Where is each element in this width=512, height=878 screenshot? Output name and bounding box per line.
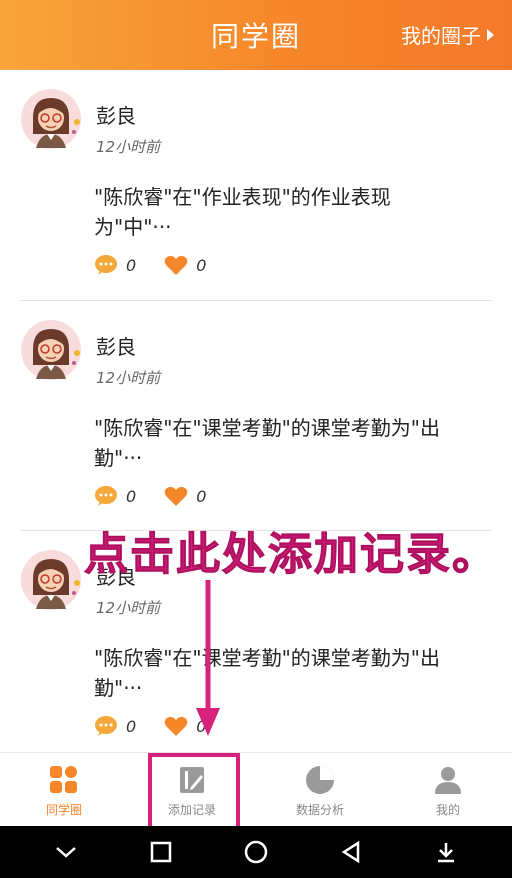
post-content: "陈欣睿"在"课堂考勤"的课堂考勤为"出勤"···: [94, 646, 440, 700]
tab-mine[interactable]: 我的: [384, 753, 512, 825]
nav-back-button[interactable]: [331, 832, 371, 872]
person-icon: [435, 767, 461, 794]
heart-icon: [164, 486, 188, 506]
post-content: "陈欣睿"在"作业表现"的作业表现为"中"···: [94, 185, 391, 239]
avatar[interactable]: [20, 549, 82, 611]
post-author: 彭良: [96, 104, 136, 128]
like-button[interactable]: 0: [164, 485, 206, 507]
nav-recents-button[interactable]: [141, 832, 181, 872]
feed-post[interactable]: 彭良 12小时前 "陈欣睿"在"作业表现"的作业表现为"中"··· 0 0: [0, 70, 512, 300]
heart-icon: [164, 716, 188, 736]
download-arrow-icon: [438, 843, 455, 863]
tab-circle[interactable]: 同学圈: [0, 753, 128, 825]
square-icon: [150, 841, 172, 863]
chevron-down-icon: [55, 847, 76, 858]
comment-count: 0: [126, 255, 137, 275]
bottom-tab-bar: 同学圈 添加记录 数据分析 我的: [0, 752, 512, 825]
grid-icon: [50, 766, 77, 793]
comment-button[interactable]: 0: [94, 715, 136, 737]
nav-home-button[interactable]: [236, 832, 276, 872]
avatar[interactable]: [20, 319, 82, 381]
pie-chart-icon: [306, 766, 334, 794]
like-count: 0: [196, 486, 207, 506]
feed-post[interactable]: 彭良 12小时前 "陈欣睿"在"课堂考勤"的课堂考勤为"出勤"··· 0 0: [0, 301, 512, 531]
annotation-arrow-icon: [196, 580, 220, 736]
comment-count: 0: [126, 486, 137, 506]
comment-button[interactable]: 0: [94, 485, 136, 507]
post-actions: 0 0: [94, 485, 234, 507]
tab-label: 我的: [435, 803, 460, 817]
tab-data-analysis[interactable]: 数据分析: [256, 753, 384, 825]
post-author: 彭良: [96, 335, 136, 359]
like-button[interactable]: 0: [164, 254, 206, 276]
caret-right-icon: [487, 28, 494, 41]
post-time: 12小时前: [96, 369, 161, 387]
annotation-text: 点击此处添加记录。: [84, 529, 498, 581]
comment-icon: [95, 486, 117, 506]
avatar[interactable]: [20, 88, 82, 150]
page-title: 同学圈: [210, 20, 301, 53]
triangle-back-icon: [341, 841, 360, 863]
heart-icon: [164, 255, 188, 275]
system-nav-bar: [0, 826, 512, 878]
nav-notification-button[interactable]: [426, 832, 466, 872]
comment-count: 0: [126, 716, 137, 736]
like-count: 0: [196, 255, 207, 275]
comment-icon: [95, 716, 117, 736]
circle-icon: [244, 840, 268, 864]
my-circle-button[interactable]: 我的圈子: [401, 20, 494, 49]
tab-label: 同学圈: [45, 803, 82, 817]
comment-icon: [95, 255, 117, 275]
tab-label: 数据分析: [295, 803, 344, 817]
post-actions: 0 0: [94, 254, 234, 276]
post-time: 12小时前: [96, 138, 161, 156]
my-circle-label: 我的圈子: [401, 24, 481, 48]
nav-collapse-button[interactable]: [46, 832, 86, 872]
post-content: "陈欣睿"在"课堂考勤"的课堂考勤为"出勤"···: [94, 416, 440, 470]
comment-button[interactable]: 0: [94, 254, 136, 276]
post-time: 12小时前: [96, 599, 161, 617]
app-header: 同学圈 我的圈子: [0, 0, 512, 70]
annotation-highlight-box: [148, 753, 240, 831]
